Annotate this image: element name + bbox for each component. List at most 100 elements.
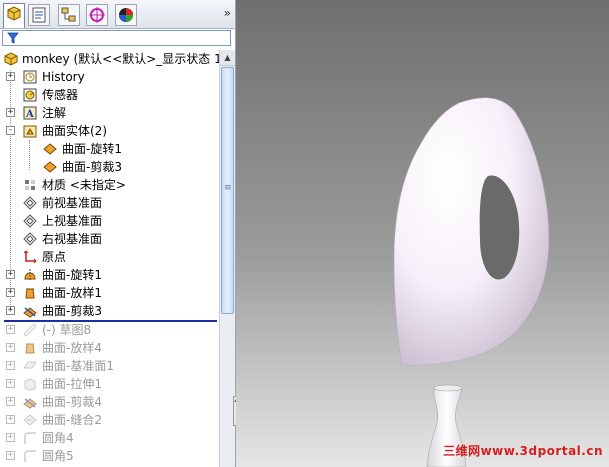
model-body (393, 97, 550, 366)
plane-icon (23, 196, 37, 210)
tree-item[interactable]: 原点 (0, 248, 218, 266)
expand-icon[interactable]: + (6, 379, 15, 388)
surface-extrude-icon (24, 378, 36, 391)
scroll-grip-icon: ≡ (224, 183, 232, 193)
plane-icon (23, 214, 37, 228)
tree-item-label: 曲面-旋转1 (42, 268, 102, 282)
surface-bodies-folder-icon (23, 125, 37, 138)
expand-icon[interactable]: + (6, 72, 15, 81)
origin-icon (23, 250, 37, 264)
expand-icon[interactable]: + (6, 306, 15, 315)
tab-feature-manager[interactable] (3, 3, 25, 28)
tree-item[interactable]: + History (0, 68, 218, 86)
tree-item-label: History (42, 70, 85, 84)
scroll-thumb[interactable]: ≡ (221, 67, 234, 314)
tree-item-label: 曲面-剪裁3 (62, 160, 122, 174)
tree-item-label: 原点 (42, 250, 67, 264)
tree-item[interactable]: + 曲面-剪裁3 (0, 302, 218, 320)
expand-icon[interactable]: + (6, 270, 15, 279)
suppressed-features: + (-) 草图8 + 曲面-放样4 + 曲面-基准面1 + 曲面-拉伸1 + 曲面-剪裁4 + 曲面… (0, 321, 218, 465)
surface-trim-icon (23, 307, 37, 318)
sensor-icon (23, 88, 37, 102)
tree-item[interactable]: 曲面-剪裁3 (0, 158, 218, 176)
tree-item-label: 曲面实体(2) (42, 124, 107, 138)
tree-item-label: 上视基准面 (42, 214, 103, 228)
expand-icon[interactable]: + (6, 343, 15, 352)
surface-loft-icon (25, 288, 35, 299)
more-tabs-button[interactable]: » (224, 6, 231, 20)
tree-item-label: 曲面-基准面1 (42, 359, 114, 373)
tree-item-label: 曲面-放样1 (42, 286, 102, 300)
expand-icon[interactable]: + (6, 451, 15, 460)
surface-trim-icon (23, 398, 37, 409)
watermark-text: 三维网www.3dportal.cn (443, 444, 603, 458)
model-neck-rim (433, 384, 463, 392)
scroll-up-button[interactable]: ▲ (220, 50, 235, 66)
tree-item[interactable]: + A 注解 (0, 104, 218, 122)
feature-manager-icon (7, 6, 21, 21)
tree-item[interactable]: + 曲面-旋转1 (0, 266, 218, 284)
expand-icon[interactable]: + (6, 433, 15, 442)
tree-item-label: 传感器 (42, 88, 79, 102)
part-icon (4, 52, 18, 66)
svg-text:A: A (25, 109, 34, 120)
collapse-icon[interactable]: - (6, 126, 15, 135)
expand-icon[interactable]: + (6, 288, 15, 297)
tree-item[interactable]: 曲面-旋转1 (0, 140, 218, 158)
surface-body-icon (43, 143, 57, 155)
tree-item-label: (-) 草图8 (42, 323, 92, 337)
property-manager-icon (32, 7, 46, 23)
tree-item-label: 圆角4 (42, 431, 74, 445)
surface-body-icon (43, 161, 57, 173)
plane-icon (23, 232, 37, 246)
dimxpert-icon (89, 7, 105, 23)
history-icon (23, 70, 37, 84)
display-manager-icon (119, 8, 133, 22)
tab-display-manager[interactable] (115, 4, 137, 26)
tab-dimxpert-manager[interactable] (86, 4, 108, 26)
tree-item[interactable]: + 曲面-放样1 (0, 284, 218, 302)
filter-icon[interactable] (7, 32, 19, 44)
tab-configuration-manager[interactable] (58, 4, 80, 26)
expand-icon[interactable]: + (6, 108, 15, 117)
suppressed-tree-item[interactable]: + 圆角5 (0, 447, 218, 465)
tree-item-label: 材质 <未指定> (42, 178, 126, 192)
expand-icon[interactable]: + (6, 397, 15, 406)
tree-item-label: 曲面-剪裁4 (42, 395, 102, 409)
fillet-icon (24, 450, 36, 462)
surface-model[interactable] (236, 0, 609, 467)
annotation-icon: A (23, 106, 37, 120)
sketch-icon (23, 323, 37, 337)
fillet-icon (24, 432, 36, 444)
expand-icon[interactable]: + (6, 325, 15, 334)
tree-item-label: 圆角5 (42, 449, 74, 463)
filter-bar[interactable] (2, 30, 231, 46)
tree-item[interactable]: 右视基准面 (0, 230, 218, 248)
tree-item-label: 曲面-旋转1 (62, 142, 122, 156)
tree-item-label: 前视基准面 (42, 196, 103, 210)
suppressed-tree-item[interactable]: + 圆角4 (0, 429, 218, 447)
expand-icon[interactable]: + (6, 361, 15, 370)
tree-item[interactable]: 上视基准面 (0, 212, 218, 230)
tree-item[interactable]: 传感器 (0, 86, 218, 104)
suppressed-tree-item[interactable]: + 曲面-缝合2 (0, 411, 218, 429)
tree-item[interactable]: 前视基准面 (0, 194, 218, 212)
tree-root-part[interactable]: monkey (默认<<默认>_显示状态 1 (0, 50, 235, 68)
surface-loft-icon (25, 343, 35, 354)
suppressed-tree-item[interactable]: + 曲面-拉伸1 (0, 375, 218, 393)
tree-item-label: 注解 (42, 106, 67, 120)
suppressed-tree-item[interactable]: + 曲面-放样4 (0, 339, 218, 357)
expand-icon[interactable]: + (6, 415, 15, 424)
suppressed-tree-item[interactable]: + 曲面-基准面1 (0, 357, 218, 375)
tree-item-label: 曲面-剪裁3 (42, 304, 102, 318)
tab-property-manager[interactable] (28, 4, 50, 26)
feature-manager-panel: » monkey (默认<<默认>_显示状态 1 + History 传感器 + A 注解… (0, 0, 236, 467)
graphics-viewport[interactable]: 三维网www.3dportal.cn (236, 0, 609, 467)
suppressed-tree-item[interactable]: + 曲面-剪裁4 (0, 393, 218, 411)
suppressed-tree-item[interactable]: + (-) 草图8 (0, 321, 218, 339)
tree-item[interactable]: 材质 <未指定> (0, 176, 218, 194)
tree-item-label: 曲面-缝合2 (42, 413, 102, 427)
manager-tab-bar: » (0, 0, 235, 29)
configuration-manager-icon (61, 7, 76, 22)
tree-item[interactable]: - 曲面实体(2) (0, 122, 218, 140)
